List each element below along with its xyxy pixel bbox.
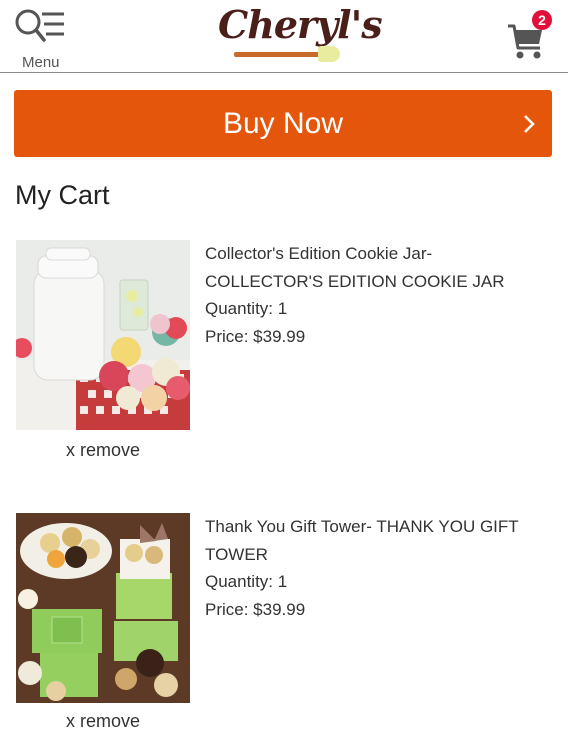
logo[interactable]: Cheryl's (214, 0, 383, 72)
cart-item-name[interactable]: Collector's Edition Cookie Jar- COLLECTO… (205, 240, 545, 295)
logo-spoon-head (318, 46, 340, 62)
menu-button[interactable]: Menu (12, 6, 76, 71)
logo-spoon-handle (234, 52, 326, 57)
search-menu-icon (15, 9, 64, 42)
buy-now-label: Buy Now (222, 107, 344, 140)
cart-title: My Cart (15, 180, 110, 210)
logo-text: Cheryl's (218, 2, 383, 47)
cart-item-quantity: Quantity: 1 (205, 299, 288, 318)
cart-item-details: Collector's Edition Cookie Jar- COLLECTO… (205, 240, 545, 350)
cart-item-name[interactable]: Thank You Gift Tower- THANK YOU GIFT TOW… (205, 513, 545, 568)
cart-button[interactable]: 2 (506, 10, 558, 62)
cart-item-details: Thank You Gift Tower- THANK YOU GIFT TOW… (205, 513, 545, 623)
header: Menu Cheryl's 2 (0, 0, 568, 73)
remove-item-link[interactable]: x remove (16, 711, 190, 732)
cart-item-quantity: Quantity: 1 (205, 572, 288, 591)
menu-label: Menu (22, 54, 60, 71)
gift-tower-product-image[interactable] (16, 513, 190, 703)
chevron-right-icon (524, 115, 535, 133)
cart-item-price: Price: $39.99 (205, 326, 306, 346)
cart-item-price: Price: $39.99 (205, 599, 306, 619)
cookie-jar-product-image[interactable] (16, 240, 190, 430)
buy-now-button[interactable]: Buy Now (14, 90, 552, 157)
cart-count-badge: 2 (532, 10, 552, 30)
remove-item-link[interactable]: x remove (16, 440, 190, 461)
